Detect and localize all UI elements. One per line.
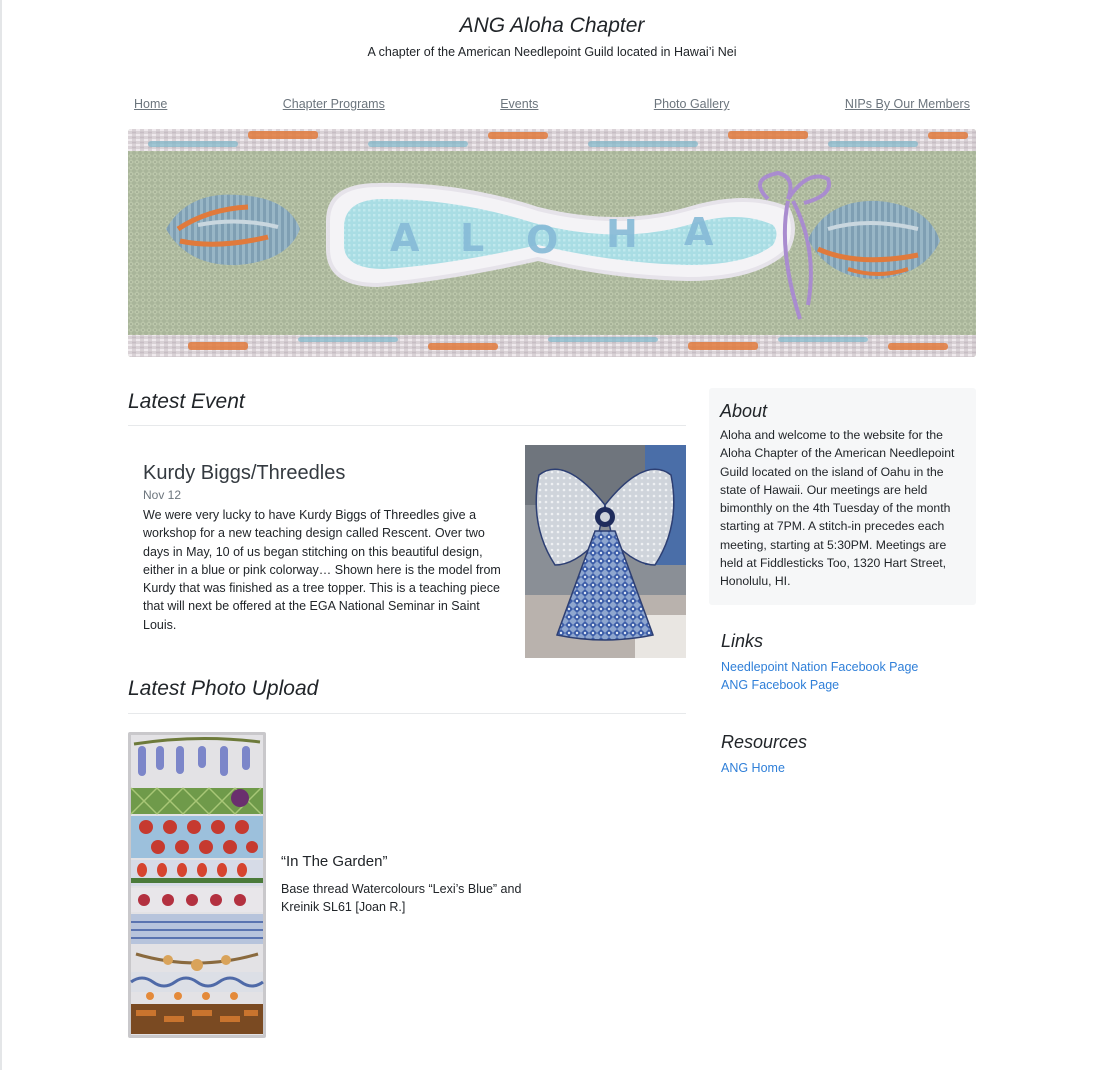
site-header: ANG Aloha Chapter A chapter of the Ameri… bbox=[128, 12, 976, 60]
hero-banner-image: A L O H A bbox=[128, 129, 976, 357]
link-ang-home[interactable]: ANG Home bbox=[721, 759, 807, 777]
about-panel: About Aloha and welcome to the website f… bbox=[709, 388, 976, 605]
divider bbox=[128, 713, 686, 714]
about-heading: About bbox=[720, 401, 768, 421]
event-description: We were very lucky to have Kurdy Biggs o… bbox=[143, 508, 501, 632]
svg-text:H: H bbox=[606, 212, 638, 256]
page-left-edge bbox=[0, 0, 2, 1070]
about-text: Aloha and welcome to the website for the… bbox=[720, 428, 955, 589]
svg-text:O: O bbox=[526, 218, 558, 262]
nav-nips-by-members[interactable]: NIPs By Our Members bbox=[845, 97, 970, 111]
nav-home[interactable]: Home bbox=[134, 97, 167, 111]
latest-event-heading: Latest Event bbox=[128, 390, 245, 413]
event-date: Nov 12 bbox=[143, 488, 182, 502]
svg-text:A: A bbox=[684, 210, 714, 254]
photo-description: Base thread Watercolours “Lexi’s Blue” a… bbox=[281, 882, 522, 914]
resources-section: Resources ANG Home bbox=[721, 731, 807, 777]
resources-heading: Resources bbox=[721, 732, 808, 752]
event-photo-angel[interactable] bbox=[525, 445, 686, 658]
links-section: Links Needlepoint Nation Facebook Page A… bbox=[721, 630, 918, 695]
site-title: ANG Aloha Chapter bbox=[459, 14, 645, 37]
links-heading: Links bbox=[721, 631, 764, 651]
site-tagline: A chapter of the American Needlepoint Gu… bbox=[367, 45, 737, 59]
nav-photo-gallery[interactable]: Photo Gallery bbox=[654, 97, 730, 111]
nav-chapter-programs[interactable]: Chapter Programs bbox=[283, 97, 385, 111]
svg-text:L: L bbox=[460, 216, 484, 260]
event-card: Kurdy Biggs/Threedles Nov 12 We were ver… bbox=[143, 460, 503, 634]
event-title[interactable]: Kurdy Biggs/Threedles bbox=[143, 460, 503, 486]
nav-events[interactable]: Events bbox=[500, 97, 538, 111]
latest-photo-heading: Latest Photo Upload bbox=[128, 677, 319, 700]
divider bbox=[128, 425, 686, 426]
photo-caption: “In The Garden” Base thread Watercolours… bbox=[281, 852, 541, 916]
link-needlepoint-nation-facebook[interactable]: Needlepoint Nation Facebook Page bbox=[721, 658, 918, 676]
main-nav: Home Chapter Programs Events Photo Galle… bbox=[134, 97, 970, 111]
link-ang-facebook[interactable]: ANG Facebook Page bbox=[721, 676, 918, 694]
photo-title[interactable]: “In The Garden” bbox=[281, 852, 541, 872]
photo-in-the-garden[interactable] bbox=[128, 732, 266, 1038]
svg-text:A: A bbox=[390, 216, 420, 260]
